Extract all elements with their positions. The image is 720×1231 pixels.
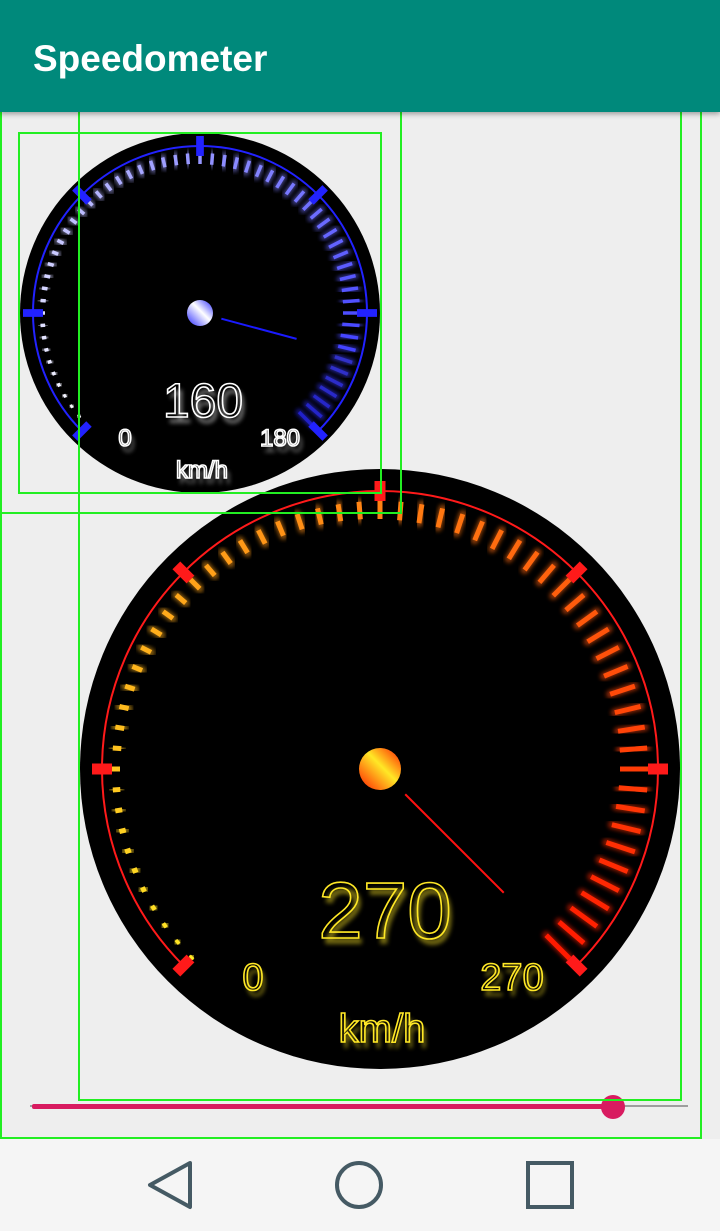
gauge-unit-label: km/h <box>339 1007 426 1051</box>
app-bar: Speedometer <box>0 0 720 112</box>
gauge-tick <box>174 938 181 945</box>
gauge-tick <box>112 745 122 752</box>
gauge-tick <box>160 157 167 168</box>
gauge-tick <box>416 503 425 524</box>
gauge-tick <box>118 827 127 834</box>
gauge-unit-label: km/h <box>176 457 228 484</box>
gauge-tick <box>209 153 215 165</box>
gauges-canvas: 16016000 180180km/hkm/h 27027000 270270km/… <box>20 133 680 1069</box>
gauge-max-label: 270 <box>480 957 543 999</box>
navigation-bar <box>0 1139 720 1231</box>
home-circle-icon[interactable] <box>327 1155 391 1215</box>
gauge-tick <box>185 153 191 165</box>
slider-thumb[interactable] <box>600 1095 625 1119</box>
gauge-tick <box>173 154 179 166</box>
gauge-tick <box>131 867 139 874</box>
back-triangle-icon[interactable] <box>138 1155 202 1215</box>
gauge-tick <box>342 322 360 328</box>
recents-square-icon[interactable] <box>518 1155 582 1215</box>
speed-slider[interactable] <box>30 1090 690 1124</box>
gauge-tick <box>69 404 74 409</box>
gauge-tick <box>114 807 123 814</box>
gauge-tick <box>161 922 168 929</box>
gauge-tick <box>56 382 62 388</box>
gauge-hub <box>187 300 213 326</box>
gauge-tick <box>114 724 125 731</box>
gauge-tick <box>619 745 648 753</box>
gauge-tick <box>150 904 157 912</box>
gauge-tick <box>124 847 132 855</box>
gauge-hub <box>359 748 401 790</box>
gauge-tick <box>188 954 195 961</box>
gauge-min-label: 0 <box>242 957 263 999</box>
large-speedometer-gauge: 27027000 270270km/hkm/h <box>80 469 680 1069</box>
gauge-tick <box>41 286 48 291</box>
gauge-tick <box>618 785 648 793</box>
gauge-tick <box>335 503 344 522</box>
gauge-tick <box>140 886 147 893</box>
app-title: Speedometer <box>33 38 268 79</box>
gauge-tick <box>112 786 121 793</box>
gauge-value-readout: 160 <box>163 375 243 428</box>
gauge-tick <box>77 414 82 419</box>
gauge-tick <box>44 347 49 353</box>
gauge-value-readout: 270 <box>318 866 451 955</box>
gauge-max-label: 180 <box>260 425 300 452</box>
gauge-tick <box>44 273 51 279</box>
gauge-tick <box>51 250 59 256</box>
gauge-tick <box>118 704 130 712</box>
gauge-tick <box>397 501 404 521</box>
gauge-tick <box>221 154 227 167</box>
gauge-tick <box>47 261 55 268</box>
gauge-tick <box>41 335 47 340</box>
gauge-tick <box>51 371 57 376</box>
gauge-min-label: 0 <box>118 425 131 452</box>
gauge-tick <box>356 501 363 520</box>
small-speedometer-gauge: 16016000 180180km/hkm/h <box>20 133 380 493</box>
gauge-tick <box>342 298 360 304</box>
gauge-tick <box>62 393 67 399</box>
gauge-tick <box>124 683 136 692</box>
gauge-tick <box>47 359 52 365</box>
slider-active-track <box>32 1104 613 1109</box>
